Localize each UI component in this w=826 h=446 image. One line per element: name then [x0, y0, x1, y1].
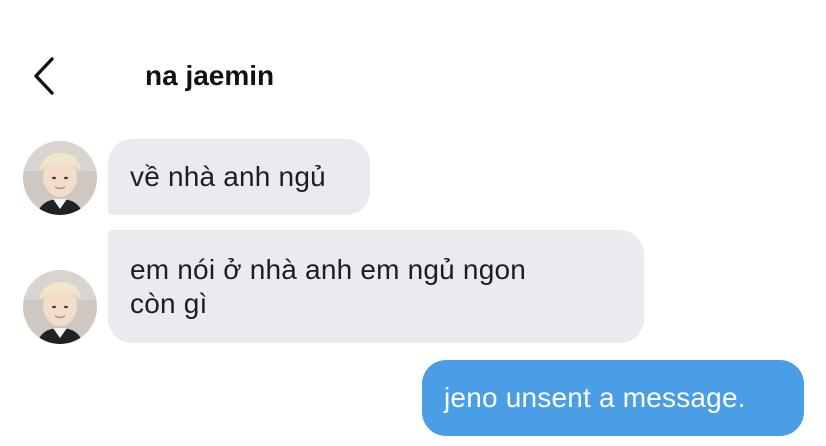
- message-text: về nhà anh ngủ: [130, 161, 326, 192]
- chevron-left-icon: [34, 57, 54, 95]
- message-bubble-outgoing[interactable]: jeno unsent a message.: [422, 360, 804, 436]
- back-button[interactable]: [22, 50, 66, 102]
- avatar[interactable]: [23, 270, 97, 344]
- avatar[interactable]: [23, 141, 97, 215]
- message-bubble[interactable]: em nói ở nhà anh em ngủ ngon còn gì: [108, 230, 644, 343]
- conversation-title[interactable]: na jaemin: [145, 60, 274, 92]
- avatar-image: [23, 141, 97, 215]
- message-text: jeno unsent a message.: [444, 382, 746, 413]
- chat-header: na jaemin: [0, 40, 826, 112]
- avatar-image: [23, 270, 97, 344]
- message-bubble[interactable]: về nhà anh ngủ: [108, 139, 370, 215]
- message-text: em nói ở nhà anh em ngủ ngon còn gì: [130, 254, 527, 319]
